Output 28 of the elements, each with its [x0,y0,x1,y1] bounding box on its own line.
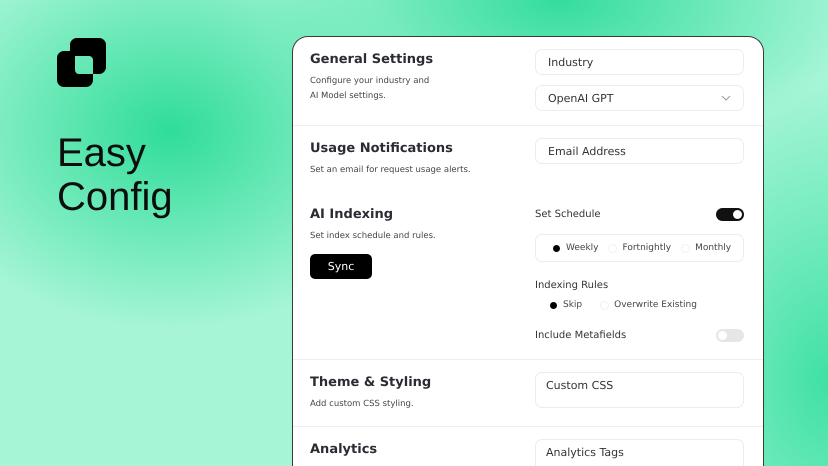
sync-button[interactable]: Sync [310,254,372,279]
radio-label: Weekly [566,243,598,253]
section-title: Analytics [310,441,378,459]
toggle-label: Set Schedule [535,208,601,220]
headline: Easy Config [57,131,174,219]
section-title: AI Indexing [310,206,394,224]
logo-icon [57,38,106,87]
chevron-down-icon [721,95,731,101]
model-dropdown[interactable]: OpenAI GPT [535,85,744,111]
section-description: Set index schedule and rules. [310,230,436,243]
section-description: Add custom CSS styling. [310,398,414,411]
radio-label: Skip [563,300,582,310]
input-field[interactable]: Custom CSS [535,372,744,408]
input-field[interactable]: Analytics Tags [535,439,744,466]
section-title: General Settings [310,51,434,69]
section-description: Set an email for request usage alerts. [310,164,471,177]
toggle-switch[interactable] [716,208,744,220]
group-label: Indexing Rules [535,280,610,291]
input-field[interactable]: Industry [535,49,744,75]
toggle-label: Include Metafields [535,330,626,340]
input-field[interactable]: Email Address [535,138,744,164]
section-title: Usage Notifications [310,140,453,158]
radio-label: Overwrite Existing [614,300,697,310]
radio-label: Monthly [695,243,732,253]
toggle-switch[interactable] [716,328,744,342]
section-description: Configure your industry and AI Model settings. [310,75,430,103]
radio-label: Fortnightly [622,243,672,253]
section-title: Theme & Styling [310,374,432,392]
